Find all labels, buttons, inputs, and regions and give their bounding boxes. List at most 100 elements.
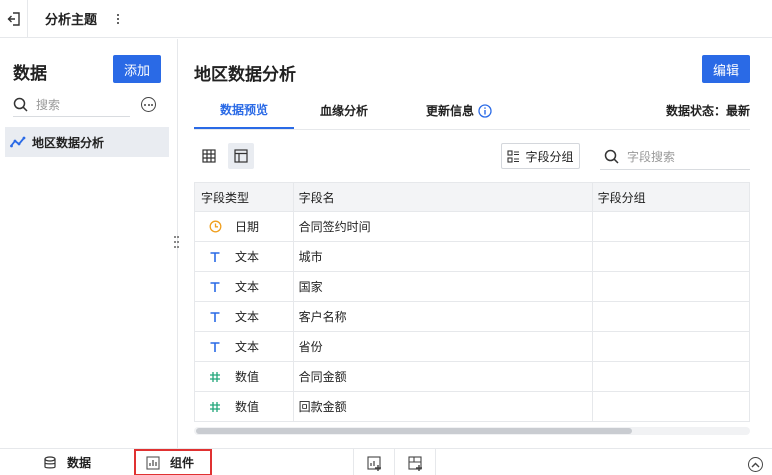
add-chart-icon: [366, 455, 381, 471]
topic-title: 分析主题: [45, 12, 98, 27]
field-type-cell: 文本: [195, 332, 294, 361]
add-layout-icon: [407, 455, 422, 471]
bottom-bar: 数据 组件: [0, 448, 772, 475]
field-search-placeholder: 字段搜索: [627, 149, 676, 164]
more-options-icon[interactable]: [141, 97, 156, 112]
field-type-cell: 数值: [195, 362, 294, 391]
text-icon: [207, 281, 223, 293]
scrollbar-thumb[interactable]: [196, 428, 632, 434]
search-placeholder: 搜索: [36, 98, 61, 112]
table-row[interactable]: 数值 回款金额: [195, 392, 749, 422]
table-row[interactable]: 文本 国家: [195, 272, 749, 302]
field-group-cell[interactable]: [593, 272, 749, 301]
data-status: 数据状态：最新: [665, 104, 750, 118]
field-search-input[interactable]: 字段搜索: [600, 143, 750, 170]
field-view-button[interactable]: [228, 143, 254, 169]
collapse-button[interactable]: [748, 457, 763, 472]
resize-handle[interactable]: [174, 236, 179, 250]
header-field-group[interactable]: 字段分组: [593, 183, 749, 211]
field-type-label: 文本: [235, 280, 260, 294]
table-row[interactable]: 文本 客户名称: [195, 302, 749, 332]
table-row[interactable]: 日期 合同签约时间: [195, 212, 749, 242]
table-row[interactable]: 文本 城市: [195, 242, 749, 272]
field-table: 字段类型 字段名 字段分组 日期 合同签约时间 文本 城市 文本 国家 文本 客户名称 文本 省份…: [194, 182, 750, 422]
dataset-item[interactable]: 地区数据分析: [5, 127, 169, 157]
field-group-label: 字段分组: [525, 149, 574, 164]
hash-icon: [207, 401, 223, 413]
edit-button[interactable]: 编辑: [702, 55, 750, 83]
field-type-cell: 文本: [195, 302, 294, 331]
data-tab-button[interactable]: 数据: [43, 449, 91, 475]
field-type-label: 日期: [235, 220, 260, 234]
horizontal-scrollbar[interactable]: [194, 427, 750, 435]
component-tab-label: 组件: [170, 456, 195, 470]
chevron-up-icon: [751, 462, 760, 467]
field-name-cell: 回款金额: [294, 392, 593, 421]
component-tab-button[interactable]: 组件: [134, 449, 212, 475]
tab-bar: 数据预览 血缘分析 更新信息 数据状态：最新: [194, 92, 750, 130]
table-grid-icon: [202, 149, 216, 163]
divider: [353, 449, 354, 475]
text-icon: [207, 251, 223, 263]
field-name-cell: 合同金额: [294, 362, 593, 391]
tab-update-info-label: 更新信息: [425, 104, 474, 118]
field-type-label: 文本: [235, 310, 260, 324]
field-type-label: 数值: [235, 400, 260, 414]
text-icon: [207, 311, 223, 323]
table-row[interactable]: 数值 合同金额: [195, 362, 749, 392]
info-icon[interactable]: [478, 103, 492, 118]
tab-data-preview[interactable]: 数据预览: [194, 92, 294, 129]
search-icon: [13, 97, 28, 112]
field-group-cell[interactable]: [593, 212, 749, 241]
field-type-label: 文本: [235, 250, 260, 264]
text-icon: [207, 341, 223, 353]
exit-button[interactable]: [0, 0, 28, 38]
tab-update-info[interactable]: 更新信息: [406, 92, 512, 129]
header-field-name[interactable]: 字段名: [294, 183, 593, 211]
field-type-cell: 日期: [195, 212, 294, 241]
field-type-label: 数值: [235, 370, 260, 384]
field-name-cell: 国家: [294, 272, 593, 301]
field-name-cell: 合同签约时间: [294, 212, 593, 241]
table-row[interactable]: 文本 省份: [195, 332, 749, 362]
search-icon: [604, 149, 619, 164]
exit-icon: [7, 11, 20, 26]
field-name-cell: 客户名称: [294, 302, 593, 331]
field-group-cell[interactable]: [593, 242, 749, 271]
hash-icon: [207, 371, 223, 383]
field-group-button[interactable]: 字段分组: [501, 143, 580, 169]
database-icon: [44, 455, 56, 468]
bar-chart-icon: [146, 455, 160, 470]
page-title: 地区数据分析: [194, 65, 296, 84]
add-button[interactable]: 添加: [113, 55, 161, 83]
top-bar: 分析主题: [0, 0, 772, 38]
panel-title: 数据: [13, 64, 47, 83]
search-input[interactable]: 搜索: [13, 93, 130, 117]
field-group-cell[interactable]: [593, 392, 749, 421]
data-panel: 数据 添加 搜索 地区数据分析: [0, 39, 178, 448]
add-dashboard-button[interactable]: [407, 455, 423, 471]
divider: [435, 449, 436, 475]
more-vertical-icon[interactable]: [111, 13, 125, 24]
field-name-cell: 省份: [294, 332, 593, 361]
clock-icon: [207, 220, 223, 233]
data-tab-label: 数据: [67, 456, 92, 470]
layout-icon: [234, 149, 248, 163]
field-type-cell: 文本: [195, 242, 294, 271]
field-group-cell[interactable]: [593, 362, 749, 391]
dataset-item-label: 地区数据分析: [32, 135, 105, 150]
add-component-button[interactable]: [366, 455, 382, 471]
header-field-type[interactable]: 字段类型: [195, 183, 294, 211]
field-type-cell: 文本: [195, 272, 294, 301]
divider: [394, 449, 395, 475]
line-chart-icon: [10, 136, 26, 148]
table-header: 字段类型 字段名 字段分组: [195, 183, 749, 212]
field-type-cell: 数值: [195, 392, 294, 421]
field-name-cell: 城市: [294, 242, 593, 271]
field-group-cell[interactable]: [593, 302, 749, 331]
group-icon: [507, 149, 520, 163]
grid-view-button[interactable]: [196, 143, 222, 169]
tab-lineage[interactable]: 血缘分析: [306, 92, 382, 129]
field-type-label: 文本: [235, 340, 260, 354]
field-group-cell[interactable]: [593, 332, 749, 361]
